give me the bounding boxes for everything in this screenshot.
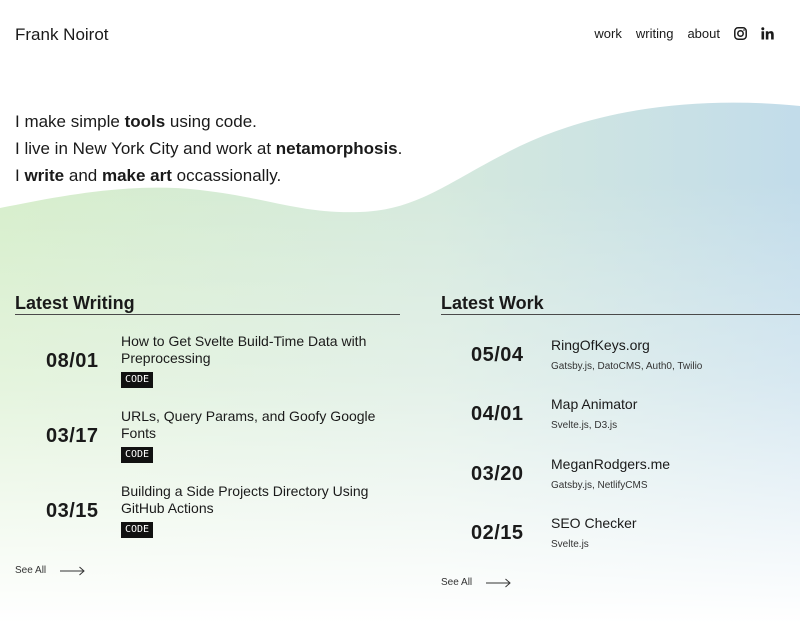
work-title: RingOfKeys.org [551,337,650,353]
writing-date: 03/17 [46,425,99,447]
hero-line-art: I write and make art occassionally. [15,166,282,185]
main-nav: work writing about [580,26,774,41]
work-date: 03/20 [471,463,524,485]
nav-about-link[interactable]: about [687,26,720,41]
hero-line-tools: I make simple tools using code. [15,112,257,131]
work-date: 02/15 [471,522,524,544]
writing-tag-badge: CODE [121,372,154,388]
writing-date: 08/01 [46,350,99,372]
arrow-right-icon [486,578,511,587]
latest-work-heading: Latest Work [441,293,800,315]
latest-writing-section: Latest Writing 08/01 How to Get Svelte B… [15,293,400,538]
latest-work-section: Latest Work 05/04 RingOfKeys.org Gatsby.… [441,293,800,550]
work-date: 04/01 [471,403,524,425]
work-see-all-link[interactable]: See All [441,577,512,588]
writing-item[interactable]: 03/17 URLs, Query Params, and Goofy Goog… [15,408,400,468]
work-title: SEO Checker [551,515,637,531]
site-header: Frank Noirot work writing about [0,0,800,70]
writing-title: How to Get Svelte Build-Time Data with P… [121,333,367,366]
work-date: 05/04 [471,344,524,366]
instagram-icon[interactable] [734,27,747,40]
work-tech-stack: Gatsby.js, NetlifyCMS [551,480,648,491]
work-item[interactable]: 03/20 MeganRodgers.me Gatsby.js, Netlify… [441,456,800,506]
work-title: MeganRodgers.me [551,456,671,472]
hero-intro: I make simple tools using code. I live i… [15,108,402,189]
writing-title: URLs, Query Params, and Goofy Google Fon… [121,408,376,441]
work-tech-stack: Svelte.js, D3.js [551,420,618,431]
writing-date: 03/15 [46,500,99,522]
writing-tag-badge: CODE [121,522,154,538]
writing-title: Building a Side Projects Directory Using… [121,483,369,516]
work-tech-stack: Gatsby.js, DatoCMS, Auth0, Twilio [551,361,703,372]
site-logo-link[interactable]: Frank Noirot [15,25,109,45]
work-tech-stack: Svelte.js [551,539,589,550]
see-all-label: See All [441,577,473,588]
writing-item[interactable]: 03/15 Building a Side Projects Directory… [15,483,400,543]
writing-item[interactable]: 08/01 How to Get Svelte Build-Time Data … [15,333,400,393]
arrow-right-icon [60,566,85,575]
nav-writing-link[interactable]: writing [636,26,674,41]
see-all-label: See All [15,565,47,576]
writing-see-all-link[interactable]: See All [15,565,86,576]
writing-tag-badge: CODE [121,447,154,463]
nav-work-link[interactable]: work [594,26,621,41]
latest-writing-heading: Latest Writing [15,293,400,315]
work-item[interactable]: 05/04 RingOfKeys.org Gatsby.js, DatoCMS,… [441,337,800,387]
hero-line-location: I live in New York City and work at neta… [15,139,403,158]
linkedin-icon[interactable] [761,27,774,40]
work-title: Map Animator [551,396,638,412]
work-item[interactable]: 02/15 SEO Checker Svelte.js [441,515,800,565]
work-item[interactable]: 04/01 Map Animator Svelte.js, D3.js [441,396,800,446]
